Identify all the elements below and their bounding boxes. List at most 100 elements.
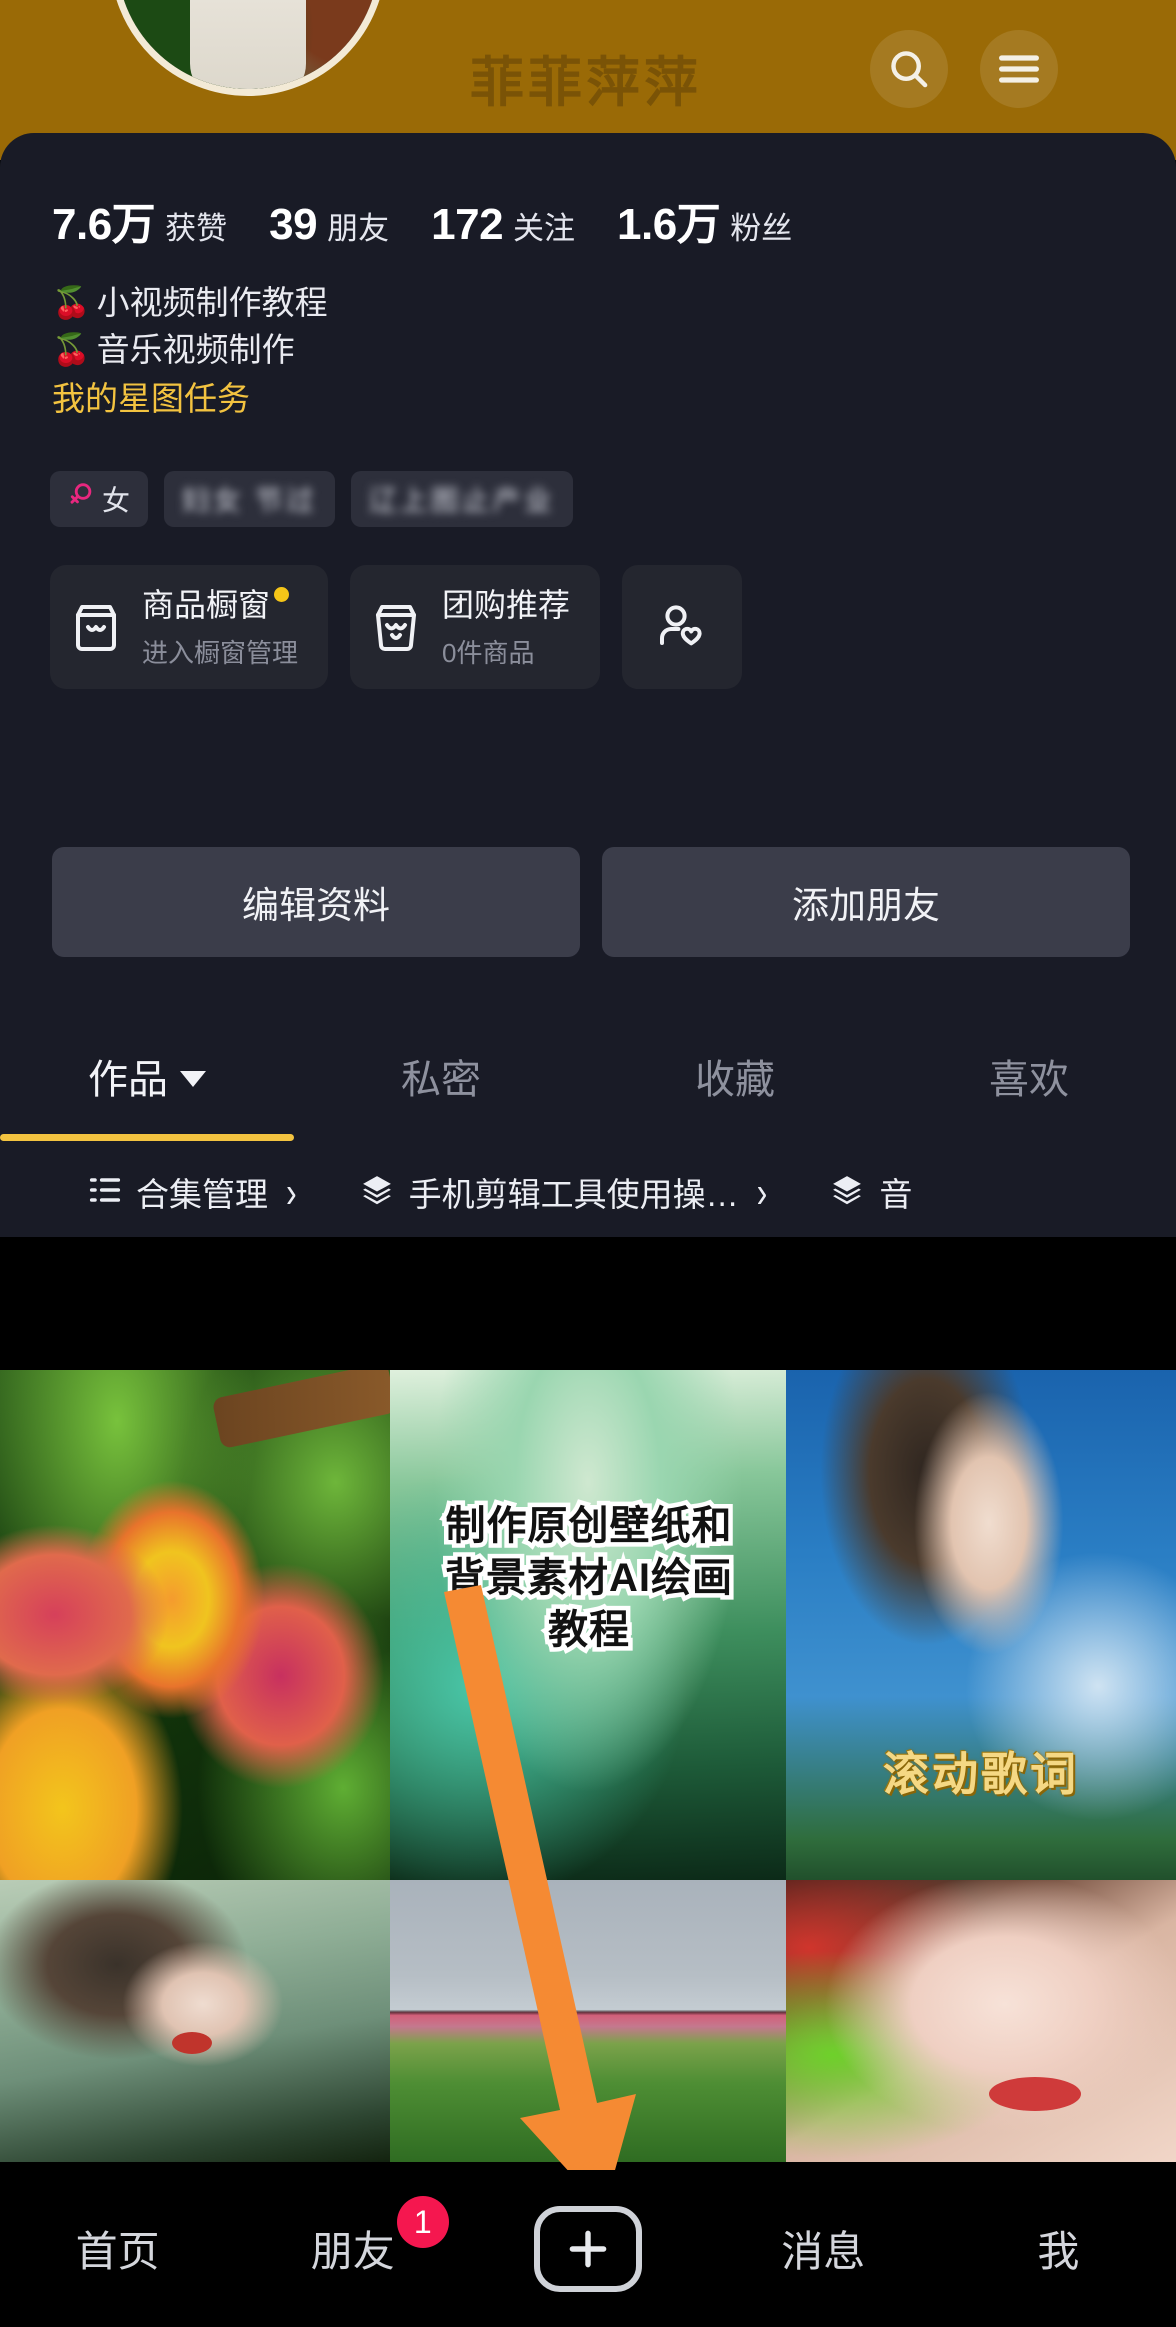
- menu-button[interactable]: [980, 30, 1058, 108]
- tab-likes[interactable]: 喜欢: [882, 1018, 1176, 1133]
- stat-following[interactable]: 172 关注: [431, 200, 575, 250]
- video-grid: 制作原创壁纸和背景素材AI绘画教程 滚动歌词: [0, 1370, 1176, 2170]
- video-thumbnail-peach-tree[interactable]: [0, 1370, 390, 1880]
- product-showcase-text: 商品橱窗 进入橱窗管理: [142, 585, 328, 670]
- tab-private[interactable]: 私密: [294, 1018, 588, 1133]
- profile-action-buttons: 编辑资料 添加朋友: [52, 847, 1130, 957]
- profile-info-panel: 7.6万 获赞 39 朋友 172 关注 1.6万 粉丝 🍒 小视频制作教程 🍒…: [0, 133, 1176, 1237]
- thumbnail-overlay-text: 制作原创壁纸和背景素材AI绘画教程: [441, 1500, 737, 1657]
- collections-row: 合集管理 › 手机剪辑工具使用操… › 音: [0, 1133, 1176, 1251]
- bio-line-1-text: 小视频制作教程: [96, 284, 328, 321]
- chevron-right-icon: ›: [286, 1167, 297, 1217]
- collection-entry-2[interactable]: 音: [829, 1168, 912, 1216]
- profile-screen: 菲菲萍萍 7.6万 获赞 39 朋友 172 关注 1.6万 粉丝 🍒 小视频制…: [0, 0, 1176, 2327]
- tag-chip-redacted-1[interactable]: 妇女 节过: [164, 471, 335, 527]
- tab-label: 喜欢: [989, 1057, 1069, 1102]
- collection-manage-entry[interactable]: 合集管理 ›: [88, 1168, 297, 1216]
- fan-group-card[interactable]: [622, 565, 743, 689]
- tab-label: 收藏: [695, 1057, 775, 1102]
- tab-favorites[interactable]: 收藏: [588, 1018, 882, 1133]
- video-thumbnail-portrait[interactable]: [0, 1880, 390, 2162]
- bio-line-2: 🍒 音乐视频制作: [52, 326, 328, 373]
- tag-chip-gender[interactable]: 女: [50, 471, 149, 527]
- card-subtitle: 0件商品: [442, 637, 535, 668]
- stat-value: 172: [431, 200, 504, 249]
- bio-line-1: 🍒 小视频制作教程: [52, 279, 328, 326]
- list-icon: [88, 1175, 122, 1210]
- profile-tag-chips: 女 妇女 节过 辽上图止产业: [50, 471, 573, 527]
- group-buy-text: 团购推荐 0件商品: [442, 585, 600, 670]
- edit-profile-button[interactable]: 编辑资料: [52, 847, 580, 957]
- content-tabs: 作品 私密 收藏 喜欢: [0, 1018, 1176, 1141]
- cherry-icon: 🍒: [52, 332, 91, 367]
- cherry-icon: 🍒: [52, 285, 91, 320]
- layers-icon: [359, 1173, 395, 1212]
- layers-icon: [829, 1173, 865, 1212]
- stat-value: 7.6万: [52, 200, 156, 249]
- card-subtitle: 进入橱窗管理: [142, 637, 299, 668]
- search-icon: [886, 46, 932, 92]
- card-title: 商品橱窗: [142, 586, 271, 623]
- tab-label: 作品: [88, 1057, 168, 1102]
- collection-label: 手机剪辑工具使用操…: [408, 1176, 739, 1213]
- female-gender-icon: [68, 482, 94, 517]
- chevron-right-icon: ›: [756, 1167, 768, 1217]
- nav-item-me[interactable]: 我: [941, 2170, 1176, 2327]
- video-thumbnail-closeup-face[interactable]: [786, 1880, 1176, 2162]
- video-thumbnail-ai-wallpaper[interactable]: 制作原创壁纸和背景素材AI绘画教程: [390, 1370, 786, 1880]
- notification-dot-badge: [274, 586, 290, 602]
- header-watermark-text: 菲菲萍萍: [470, 53, 702, 113]
- card-title: 团购推荐: [442, 586, 571, 623]
- collection-label: 合集管理: [136, 1176, 268, 1213]
- nav-item-home[interactable]: 首页: [0, 2170, 235, 2327]
- video-thumbnail-field-landscape[interactable]: [390, 1880, 786, 2162]
- star-map-task-link[interactable]: 我的星图任务: [52, 373, 328, 425]
- stat-value: 39: [269, 200, 318, 249]
- video-thumbnail-scrolling-lyrics[interactable]: 滚动歌词: [786, 1370, 1176, 1880]
- tab-label: 私密: [401, 1057, 481, 1102]
- tag-chip-redacted-2[interactable]: 辽上图止产业: [350, 471, 573, 527]
- avatar-photo: [117, 0, 379, 89]
- profile-bio[interactable]: 🍒 小视频制作教程 🍒 音乐视频制作 我的星图任务: [52, 279, 328, 425]
- search-button[interactable]: [870, 30, 948, 108]
- stat-likes[interactable]: 7.6万 获赞: [52, 188, 227, 252]
- stat-value: 1.6万: [617, 200, 721, 249]
- bottom-navigation-bar: 首页 朋友 1 消息 我: [0, 2170, 1176, 2327]
- collection-entry-1[interactable]: 手机剪辑工具使用操… ›: [359, 1167, 768, 1217]
- showcase-cards-row: 商品橱窗 进入橱窗管理 团购推荐 0件商品: [50, 565, 743, 689]
- stat-friends[interactable]: 39 朋友: [269, 200, 389, 250]
- add-friend-label: 添加朋友: [792, 885, 940, 926]
- create-post-button[interactable]: [534, 2205, 642, 2292]
- profile-stats-row: 7.6万 获赞 39 朋友 172 关注 1.6万 粉丝: [52, 188, 792, 252]
- nav-item-create[interactable]: [470, 2170, 705, 2327]
- nav-item-friends[interactable]: 朋友 1: [235, 2170, 470, 2327]
- stat-label: 关注: [513, 211, 576, 246]
- nav-label: 朋友: [310, 2228, 395, 2275]
- storefront-icon: [50, 565, 142, 689]
- group-buy-card[interactable]: 团购推荐 0件商品: [350, 565, 601, 689]
- bio-line-2-text: 音乐视频制作: [96, 331, 295, 368]
- edit-profile-label: 编辑资料: [242, 885, 390, 926]
- stat-followers[interactable]: 1.6万 粉丝: [617, 188, 792, 252]
- tag-chip-label: 辽上图止产业: [368, 485, 555, 516]
- tag-chip-label: 妇女 节过: [182, 485, 317, 516]
- nav-label: 消息: [781, 2228, 866, 2275]
- tag-chip-label: 女: [102, 485, 131, 516]
- chevron-down-icon: [180, 1070, 206, 1087]
- nav-label: 首页: [75, 2228, 160, 2275]
- add-friend-button[interactable]: 添加朋友: [602, 847, 1130, 957]
- tab-works[interactable]: 作品: [0, 1018, 294, 1141]
- product-showcase-card[interactable]: 商品橱窗 进入橱窗管理: [50, 565, 329, 689]
- thumbnail-overlay-text: 滚动歌词: [883, 1748, 1079, 1800]
- nav-item-messages[interactable]: 消息: [706, 2170, 941, 2327]
- stat-label: 粉丝: [730, 211, 793, 246]
- person-heart-icon: [636, 565, 728, 689]
- hamburger-menu-icon: [997, 52, 1041, 86]
- friends-badge-count: 1: [396, 2196, 449, 2248]
- collection-label: 音: [879, 1176, 913, 1213]
- plus-icon: [563, 2224, 613, 2274]
- stat-label: 朋友: [327, 211, 390, 246]
- nav-label: 我: [1037, 2228, 1080, 2275]
- shopping-bag-icon: [350, 565, 442, 689]
- avatar[interactable]: [110, 0, 386, 96]
